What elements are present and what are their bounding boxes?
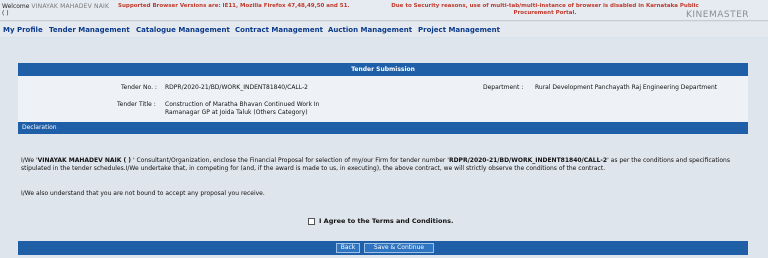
action-bar: Back Save & Continue: [18, 241, 748, 255]
agree-terms-checkbox[interactable]: [308, 217, 315, 225]
tender-title-label: Tender Title :: [117, 101, 156, 108]
decl-part-a: I/We ': [21, 157, 38, 164]
menu-item-catalogue-management[interactable]: Catalogue Management: [136, 26, 230, 34]
tender-no-value: RDPR/2020-21/BD/WORK_INDENT81840/CALL-2: [165, 84, 308, 91]
tender-no-label: Tender No. :: [121, 84, 157, 91]
tender-title-line1: Construction of Maratha Bhavan Continued…: [165, 101, 320, 108]
user-suffix: ( ): [2, 10, 9, 17]
declaration-paragraph: I/We 'VINAYAK MAHADEV NAIK ( ) ' Consult…: [21, 157, 747, 173]
decl-tender-number: RDPR/2020-21/BD/WORK_INDENT81840/CALL-2: [448, 157, 608, 164]
agree-terms-label[interactable]: I Agree to the Terms and Conditions.: [319, 217, 453, 225]
decl-part-b: ' Consultant/Organization, enclose the F…: [131, 157, 449, 164]
tender-submission-header: Tender Submission: [18, 63, 748, 76]
tender-details-panel: [18, 76, 748, 122]
menu-item-project-management[interactable]: Project Management: [418, 26, 500, 34]
department-value: Rural Development Panchayath Raj Enginee…: [535, 84, 718, 91]
declaration-header: Declaration: [18, 122, 748, 134]
save-continue-button[interactable]: Save & Continue: [364, 243, 434, 253]
department-label: Department :: [483, 84, 524, 91]
agree-terms-row: I Agree to the Terms and Conditions.: [308, 217, 453, 225]
back-button[interactable]: Back: [336, 243, 360, 253]
welcome-prefix: Welcome: [2, 3, 30, 10]
watermark-logo: KINEMASTER: [686, 10, 750, 20]
tender-title-line2: Ramanagar GP at Joida Taluk (Others Cate…: [165, 109, 308, 116]
top-bar: Welcome VINAYAK MAHADEV NAIK ( ) Support…: [0, 0, 768, 21]
security-note: Due to Security reasons, use of multi-ta…: [391, 3, 699, 16]
menu-item-tender-management[interactable]: Tender Management: [49, 26, 130, 34]
main-menu: My Profile Tender Management Catalogue M…: [0, 22, 768, 37]
welcome-text: Welcome VINAYAK MAHADEV NAIK ( ): [2, 3, 109, 17]
browser-support-note: Supported Browser Versions are: IE11, Mo…: [118, 3, 350, 9]
menu-item-contract-management[interactable]: Contract Management: [235, 26, 323, 34]
menu-item-my-profile[interactable]: My Profile: [3, 26, 43, 34]
decl-bidder-name: VINAYAK MAHADEV NAIK ( ): [37, 157, 132, 164]
declaration-paragraph-2: I/We also understand that you are not bo…: [21, 190, 265, 197]
menu-item-auction-management[interactable]: Auction Management: [328, 26, 412, 34]
user-name: VINAYAK MAHADEV NAIK: [31, 3, 110, 10]
